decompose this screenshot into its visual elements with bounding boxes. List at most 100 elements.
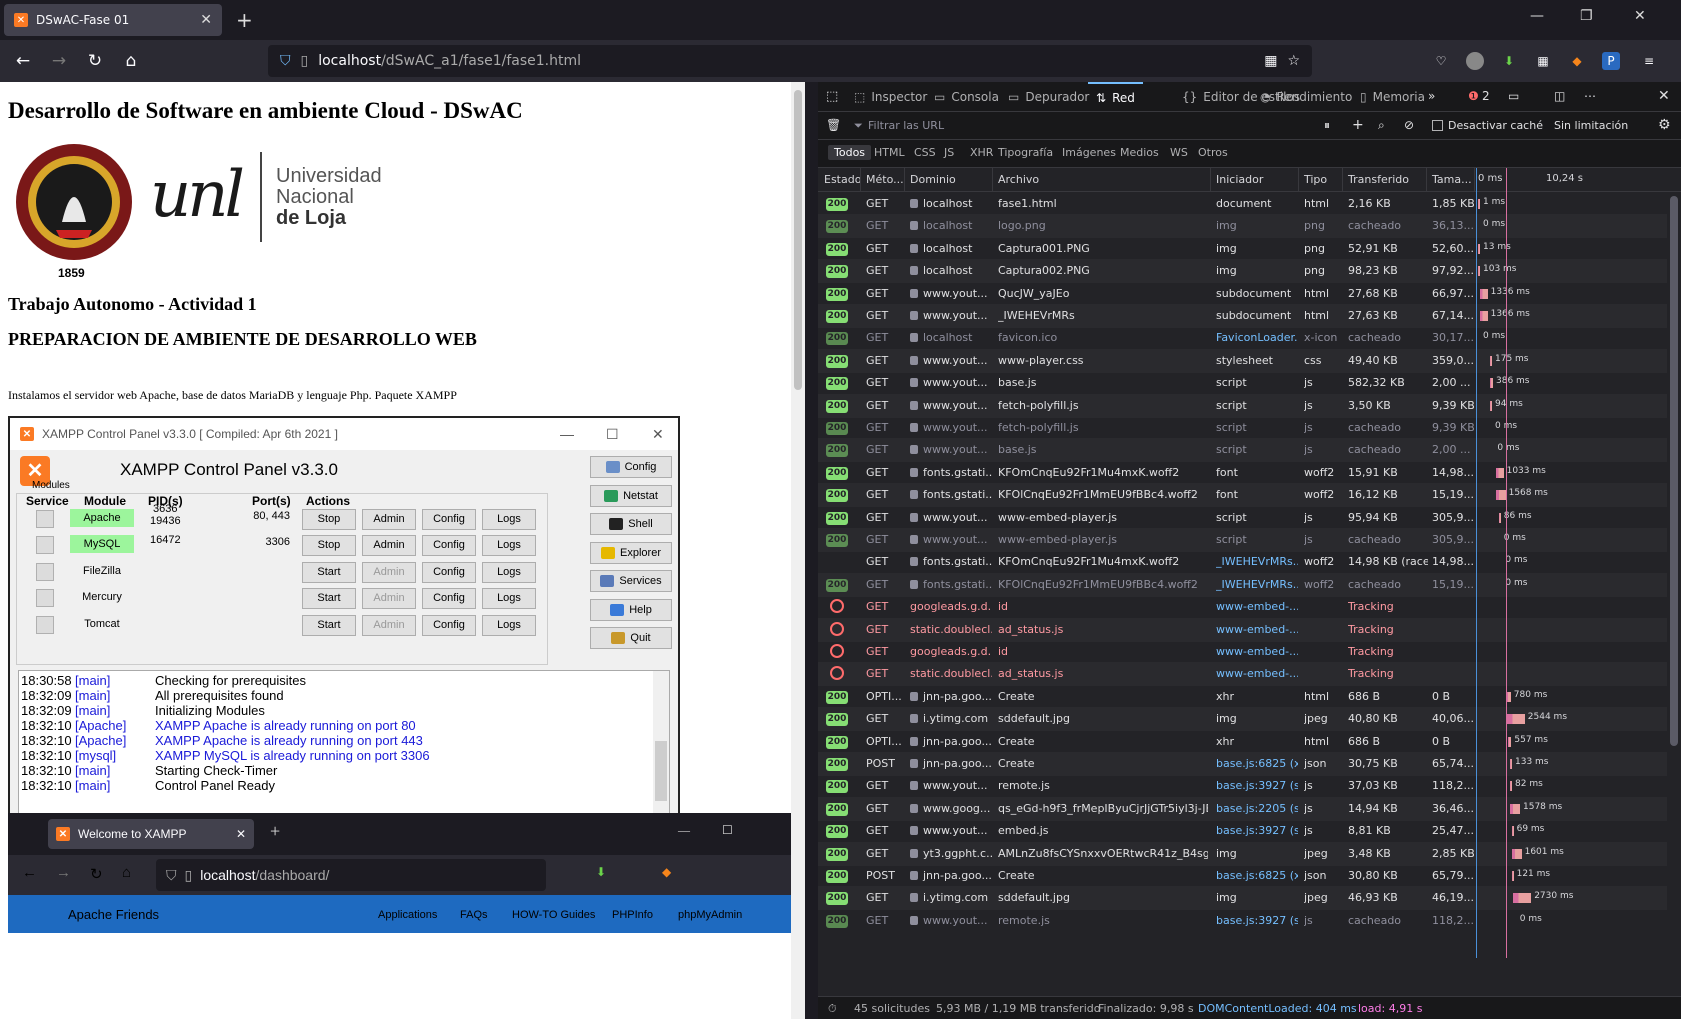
addons-icon[interactable]: ▦ [1534, 52, 1552, 70]
config-button[interactable]: Config [590, 456, 672, 478]
help-button[interactable]: Help [590, 598, 672, 621]
request-row[interactable]: 200 GET www.yout... base.js script js 582,32 K… [818, 371, 1668, 395]
metamask-icon[interactable]: ◆ [1568, 52, 1586, 70]
url-filter-input[interactable]: Filtrar las URL [868, 119, 944, 132]
type-filter-button[interactable]: CSS [914, 146, 936, 159]
request-initiator[interactable]: base.js:2205 (s... [1216, 802, 1298, 815]
devtools-tab-network[interactable]: ⇅ Red [1088, 82, 1143, 112]
module-logs-button[interactable]: Logs [482, 615, 536, 636]
module-logs-button[interactable]: Logs [482, 535, 536, 556]
back-icon[interactable]: ← [12, 50, 34, 72]
request-row[interactable]: 200 GET www.yout... www-player.css styleshee… [818, 348, 1668, 373]
module-start-stop-button[interactable]: Start [302, 588, 356, 609]
new-tab-button[interactable]: + [236, 8, 253, 32]
request-row[interactable]: 200 GET localhost fase1.html document html 2,1… [818, 192, 1668, 216]
type-filter-button[interactable]: Imágenes [1062, 146, 1116, 159]
close-tab-icon[interactable]: ✕ [200, 12, 212, 28]
module-admin-button[interactable]: Admin [362, 615, 416, 636]
type-filter-button[interactable]: Medios [1120, 146, 1159, 159]
devtools-tab-performance[interactable]: ◔ Rendimiento [1252, 82, 1360, 112]
type-filter-button[interactable]: HTML [874, 146, 905, 159]
column-divider[interactable] [1342, 168, 1343, 191]
module-logs-button[interactable]: Logs [482, 588, 536, 609]
request-row[interactable]: 200 GET localhost logo.png img png cacheado 36,… [818, 214, 1668, 239]
module-logs-button[interactable]: Logs [482, 562, 536, 583]
column-header[interactable]: Transferido [1348, 173, 1409, 186]
request-row[interactable]: 200 GET www.yout... fetch-polyfill.js script… [818, 393, 1668, 418]
module-config-button[interactable]: Config [422, 535, 476, 556]
module-admin-button[interactable]: Admin [362, 509, 416, 530]
add-icon[interactable]: + [1352, 117, 1364, 133]
forward-icon[interactable]: → [48, 50, 70, 72]
column-header[interactable]: Iniciador [1216, 173, 1263, 186]
request-initiator[interactable]: FaviconLoader... [1216, 331, 1298, 344]
minimize-icon[interactable]: — [560, 426, 574, 442]
requests-scrollbar[interactable] [1667, 192, 1681, 982]
module-start-stop-button[interactable]: Stop [302, 509, 356, 530]
reload-icon[interactable]: ↻ [84, 50, 106, 72]
module-config-button[interactable]: Config [422, 562, 476, 583]
column-divider[interactable] [1474, 168, 1475, 191]
module-start-stop-button[interactable]: Stop [302, 535, 356, 556]
service-checkbox[interactable] [36, 510, 54, 528]
request-initiator[interactable]: _IWEHEVrMRs... [1216, 555, 1298, 568]
request-row[interactable]: 200 GET localhost favicon.ico FaviconLoader.… [818, 326, 1668, 350]
type-filter-button[interactable]: WS [1170, 146, 1188, 159]
request-row[interactable]: 200 GET fonts.gstati... KFOlCnqEu92Fr1MmEU9… [818, 483, 1668, 508]
element-picker-icon[interactable]: ⬚ [826, 89, 838, 104]
type-filter-button[interactable]: Tipografía [998, 146, 1053, 159]
request-initiator[interactable]: www-embed-... [1216, 667, 1298, 680]
column-header[interactable]: 0 ms [1478, 173, 1503, 184]
account-avatar-icon[interactable] [1466, 52, 1484, 70]
shell-button[interactable]: Shell [590, 513, 672, 535]
devtools-tab-debugger[interactable]: ▭ Depurador [1000, 82, 1097, 112]
module-admin-button[interactable]: Admin [362, 588, 416, 609]
request-initiator[interactable]: base.js:3927 (s... [1216, 779, 1298, 792]
column-header[interactable]: Méto... [866, 173, 904, 186]
page-scroll-thumb[interactable] [794, 90, 802, 390]
request-row[interactable]: 200 GET www.yout... fetch-polyfill.js script… [818, 416, 1668, 440]
column-header[interactable]: Tama... [1432, 173, 1472, 186]
request-row[interactable]: 200 GET localhost Captura002.PNG img png 98,23… [818, 259, 1668, 284]
close-window-icon[interactable]: ✕ [1634, 8, 1646, 24]
type-filter-button[interactable]: JS [944, 146, 954, 159]
request-initiator[interactable]: base.js:3927 (s... [1216, 824, 1298, 837]
request-row[interactable]: 200 GET localhost Captura001.PNG img png 52,91… [818, 237, 1668, 261]
close-devtools-icon[interactable]: ✕ [1658, 88, 1670, 104]
request-row[interactable]: 200 GET www.yout... QucJW_yaJEo subdocument h… [818, 282, 1668, 306]
request-initiator[interactable]: base.js:3927 (s... [1216, 914, 1298, 927]
column-divider[interactable] [904, 168, 905, 191]
module-start-stop-button[interactable]: Start [302, 615, 356, 636]
request-row[interactable]: GET static.doublecl... ad_status.js www-emb… [818, 617, 1668, 642]
service-checkbox[interactable] [36, 616, 54, 634]
request-initiator[interactable]: base.js:6825 (x... [1216, 869, 1298, 882]
request-row[interactable]: 200 POST jnn-pa.goo... Create base.js:6825 (… [818, 752, 1668, 776]
request-row[interactable]: 200 POST jnn-pa.goo... Create base.js:6825 (… [818, 864, 1668, 888]
block-icon[interactable]: ⊘ [1404, 118, 1414, 132]
services-button[interactable]: Services [590, 570, 672, 592]
download-icon[interactable]: ⬇ [1500, 52, 1518, 70]
request-row[interactable]: 200 GET fonts.gstati... KFOlCnqEu92Fr1MmEU9… [818, 572, 1668, 597]
extensions-grid-icon[interactable]: ▦ [1264, 53, 1277, 69]
netstat-button[interactable]: Netstat [590, 484, 672, 507]
request-initiator[interactable]: www-embed-... [1216, 600, 1298, 613]
module-config-button[interactable]: Config [422, 588, 476, 609]
responsive-icon[interactable]: ▭ [1508, 89, 1519, 103]
module-start-stop-button[interactable]: Start [302, 562, 356, 583]
devtools-tab-inspector[interactable]: ⬚ Inspector [846, 82, 935, 112]
service-checkbox[interactable] [36, 536, 54, 554]
column-divider[interactable] [1426, 168, 1427, 191]
log-scroll-thumb[interactable] [655, 741, 667, 801]
log-scrollbar[interactable] [653, 671, 669, 835]
request-row[interactable]: 200 GET www.goog... qs_eGd-h9f3_frMepIByuCj… [818, 796, 1668, 821]
request-row[interactable]: 200 GET www.yout... www-embed-player.js scri… [818, 506, 1668, 530]
column-divider[interactable] [1298, 168, 1299, 191]
type-filter-button[interactable]: Todos [828, 145, 872, 160]
pause-icon[interactable]: ⏸ [1324, 118, 1330, 133]
browser-tab[interactable]: ✕ DSwAC-Fase 01 ✕ [4, 4, 222, 36]
request-row[interactable]: 200 GET www.yout... base.js script js cacheado… [818, 438, 1668, 463]
type-filter-button[interactable]: XHR [970, 146, 993, 159]
request-row[interactable]: GET static.doublecl... ad_status.js www-emb… [818, 662, 1668, 687]
request-row[interactable]: 200 GET www.yout... embed.js base.js:3927 (s… [818, 819, 1668, 843]
column-divider[interactable] [1210, 168, 1211, 191]
